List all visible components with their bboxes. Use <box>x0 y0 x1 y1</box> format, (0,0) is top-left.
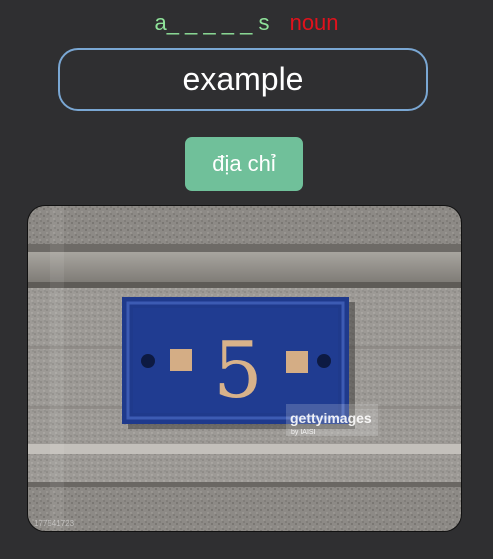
clue-photo: 5 gettyimages by IAISI 177541723 <box>27 205 462 532</box>
word-hint: a_ _ _ _ _ s noun <box>0 10 493 36</box>
letter-pattern: a_ _ _ _ _ s <box>154 10 270 35</box>
flashcard-screen: a_ _ _ _ _ s noun địa chỉ <box>0 0 493 559</box>
watermark-brand: gettyimages <box>290 410 372 426</box>
house-number-photo: 5 gettyimages by IAISI 177541723 <box>28 206 461 531</box>
answer-input[interactable] <box>58 48 428 111</box>
image-id: 177541723 <box>34 519 75 528</box>
part-of-speech-label: noun <box>289 10 339 35</box>
watermark-credit: by IAISI <box>291 429 316 436</box>
meaning-button[interactable]: địa chỉ <box>185 137 303 191</box>
plaque-number: 5 <box>213 326 263 416</box>
